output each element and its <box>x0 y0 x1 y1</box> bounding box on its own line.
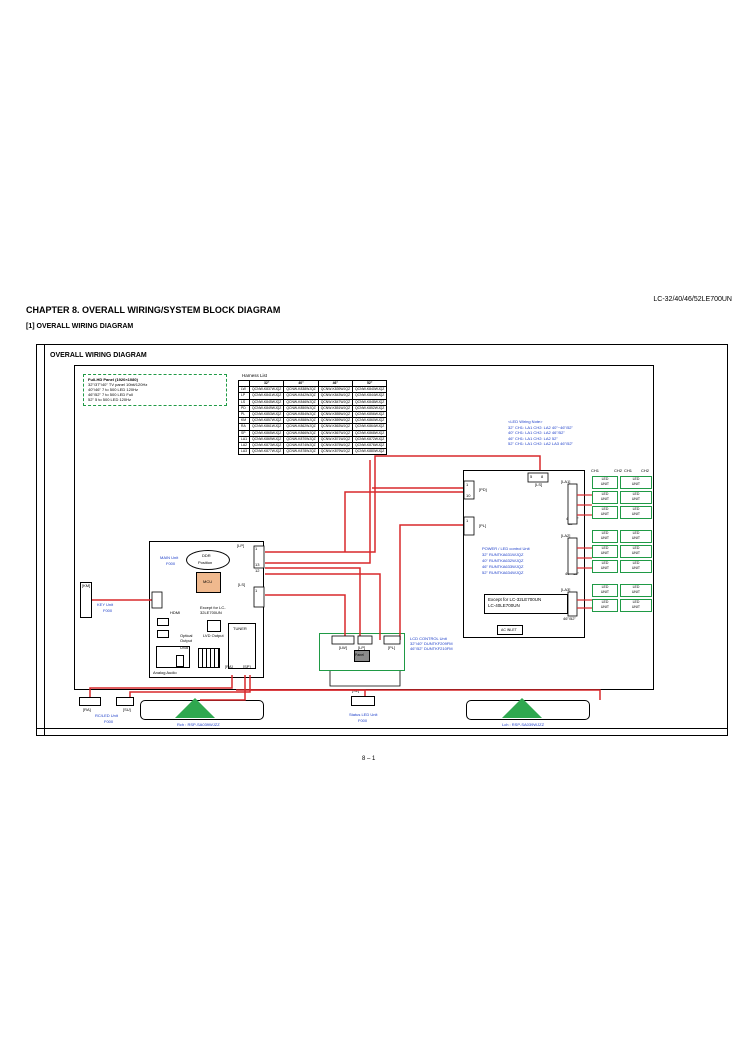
pin-number: 10 <box>466 493 471 498</box>
wire-ls-d <box>265 594 346 640</box>
red-harness-wires <box>89 455 601 701</box>
wire-pl <box>399 524 463 640</box>
pin-number: 5 <box>530 474 533 479</box>
page-number: 8 – 1 <box>362 756 376 762</box>
black-wires <box>151 472 578 687</box>
wire-ra <box>89 675 233 697</box>
wire-lspk <box>250 689 601 700</box>
pin-number: 8 <box>541 474 544 479</box>
wiring-svg <box>89 455 601 701</box>
wire-pd <box>344 491 463 552</box>
wire-lcd-bottom <box>329 671 401 687</box>
pin-number: 1 <box>255 588 258 593</box>
wire-sl <box>236 689 366 696</box>
pin-number: 12 <box>255 568 260 573</box>
pin-number: 13 <box>255 562 260 567</box>
wire-ls-a <box>265 460 371 564</box>
led-wires <box>577 494 592 609</box>
pin-number: 1 <box>255 546 258 551</box>
pin-number: 1 <box>466 518 469 523</box>
wire-ls-c <box>265 573 381 640</box>
wire-lp <box>265 455 541 553</box>
pin-number: 1 <box>466 482 469 487</box>
